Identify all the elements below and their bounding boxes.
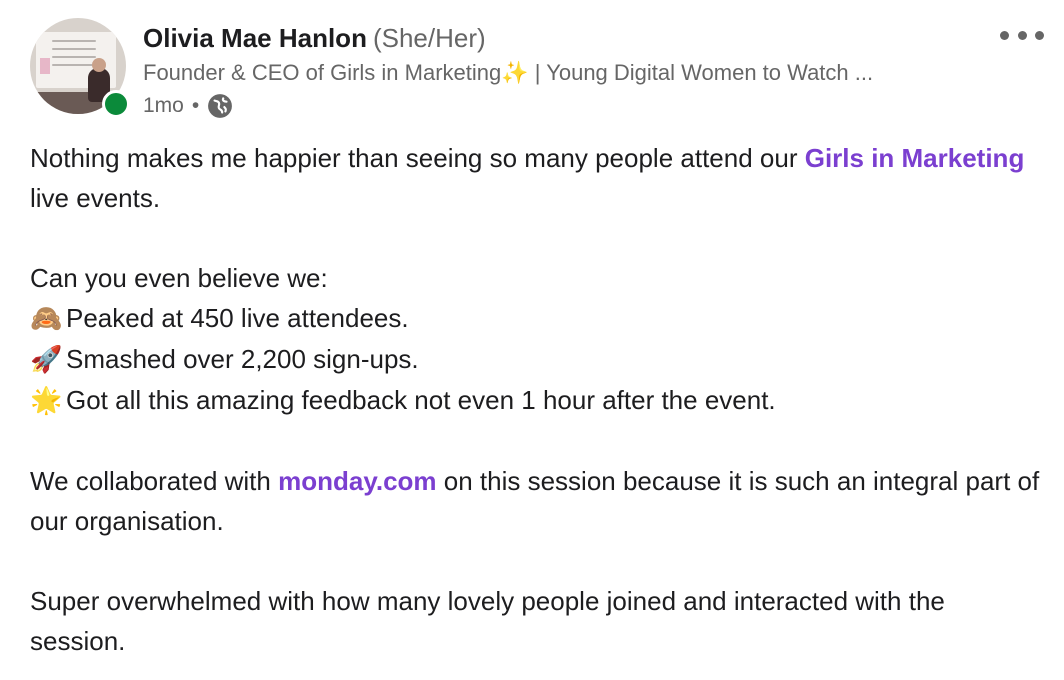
author-avatar[interactable] — [30, 18, 130, 118]
post-paragraph-3: We collaborated with monday.com on this … — [30, 466, 1040, 536]
feed-post: Olivia Mae Hanlon (She/Her) Founder & CEO… — [0, 0, 1064, 680]
author-pronouns: (She/Her) — [372, 23, 486, 53]
monday-com-link[interactable]: monday.com — [278, 466, 436, 496]
bullet-item: 🌟 Got all this amazing feedback not even … — [30, 380, 1040, 421]
author-name-line: Olivia Mae Hanlon (She/Her) — [143, 22, 486, 54]
meta-separator: • — [191, 94, 200, 117]
see-no-evil-monkey-icon: 🙈 — [30, 304, 63, 334]
rocket-icon: 🚀 — [30, 345, 63, 375]
post-paragraph-4: Super overwhelmed with how many lovely p… — [30, 586, 945, 656]
sparkles-icon: ✨ — [501, 60, 529, 85]
glowing-star-icon: 🌟 — [30, 386, 63, 416]
online-status-icon — [102, 90, 130, 118]
more-options-button[interactable] — [1000, 24, 1044, 46]
author-name[interactable]: Olivia Mae Hanlon — [143, 23, 367, 53]
more-dot-icon — [1017, 30, 1027, 40]
post-paragraph-1: Nothing makes me happier than seeing so … — [30, 143, 1025, 213]
post-timestamp[interactable]: 1mo — [143, 91, 184, 121]
bullet-item: 🙈 Peaked at 450 live attendees. — [30, 298, 1040, 339]
bullet-item: 🚀 Smashed over 2,200 sign-ups. — [30, 339, 1040, 380]
post-paragraph-2: Can you even believe we: — [30, 263, 328, 293]
globe-icon — [208, 94, 233, 118]
more-dot-icon — [1035, 30, 1044, 40]
post-meta: 1mo • — [143, 91, 233, 121]
post-body: Nothing makes me happier than seeing so … — [30, 138, 1040, 661]
more-dot-icon — [1000, 30, 1009, 40]
girls-in-marketing-link[interactable]: Girls in Marketing — [805, 143, 1025, 173]
author-headline: Founder & CEO of Girls in Marketing✨ | Y… — [143, 60, 874, 85]
